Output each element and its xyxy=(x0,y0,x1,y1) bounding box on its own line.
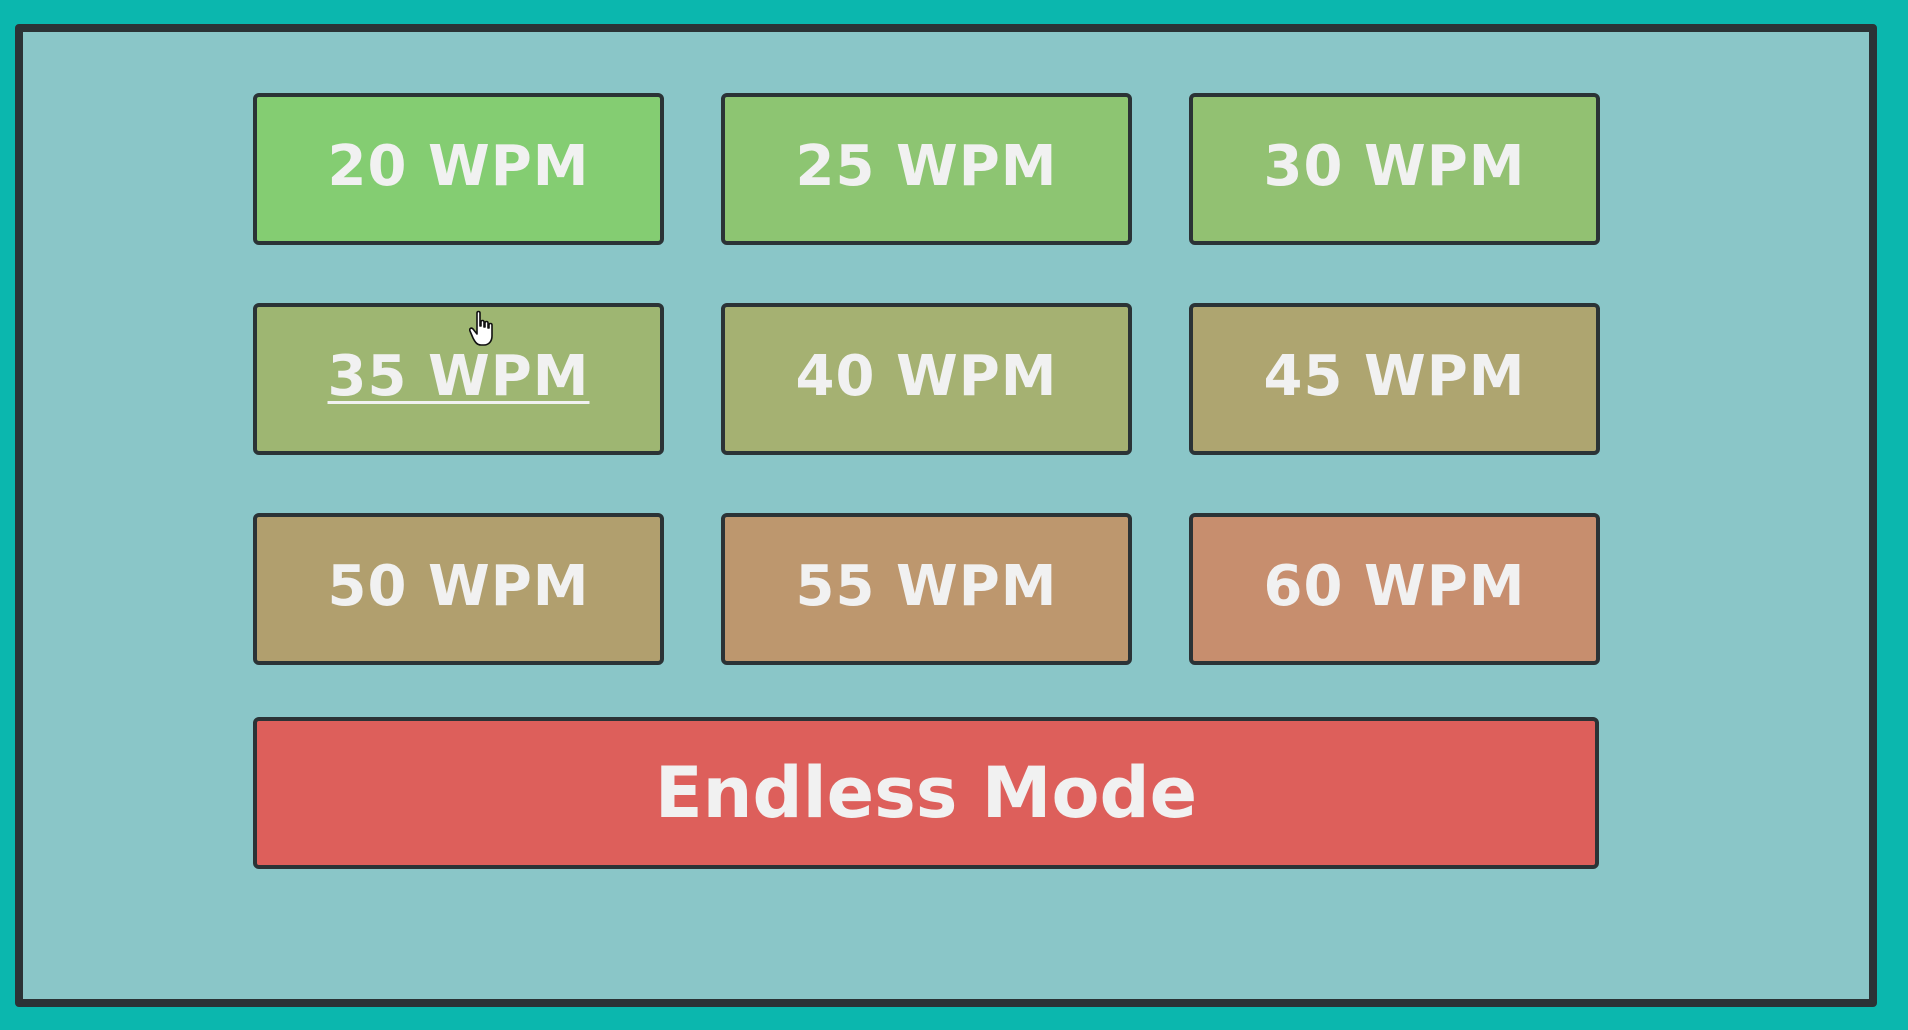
wpm-45-button[interactable]: 45 WPM xyxy=(1189,303,1600,455)
wpm-30-label: 30 WPM xyxy=(1263,133,1526,199)
wpm-40-label: 40 WPM xyxy=(795,343,1058,409)
wpm-35-button[interactable]: 35 WPM xyxy=(253,303,664,455)
wpm-40-button[interactable]: 40 WPM xyxy=(721,303,1132,455)
wpm-50-label: 50 WPM xyxy=(327,553,590,619)
wpm-20-button[interactable]: 20 WPM xyxy=(253,93,664,245)
wpm-30-button[interactable]: 30 WPM xyxy=(1189,93,1600,245)
wpm-button-grid: 20 WPM 25 WPM 30 WPM 35 WPM 40 WPM 45 WP… xyxy=(253,93,1600,665)
wpm-25-button[interactable]: 25 WPM xyxy=(721,93,1132,245)
endless-mode-label: Endless Mode xyxy=(654,752,1198,834)
wpm-55-label: 55 WPM xyxy=(795,553,1058,619)
wpm-35-label: 35 WPM xyxy=(327,343,590,409)
wpm-55-button[interactable]: 55 WPM xyxy=(721,513,1132,665)
endless-mode-button[interactable]: Endless Mode xyxy=(253,717,1599,869)
hand-pointer-icon xyxy=(469,310,493,346)
wpm-45-label: 45 WPM xyxy=(1263,343,1526,409)
wpm-60-label: 60 WPM xyxy=(1263,553,1526,619)
wpm-20-label: 20 WPM xyxy=(327,133,590,199)
wpm-60-button[interactable]: 60 WPM xyxy=(1189,513,1600,665)
wpm-50-button[interactable]: 50 WPM xyxy=(253,513,664,665)
wpm-25-label: 25 WPM xyxy=(795,133,1058,199)
